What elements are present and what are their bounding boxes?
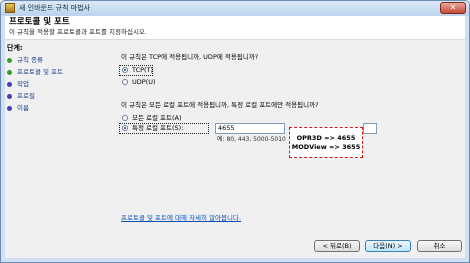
step-rule-type[interactable]: 규칙 종류 (7, 55, 43, 65)
specific-ports-input[interactable]: 4655 (215, 123, 285, 134)
next-button[interactable]: 다음(N) > (365, 240, 411, 252)
window-title: 새 인바운드 규칙 마법사 (19, 4, 91, 12)
steps-sidebar: 단계: 규칙 종류 프로토콜 및 포트 작업 프로필 이름 (5, 40, 109, 258)
step-label: 작업 (17, 80, 29, 88)
udp-radio[interactable]: UDP(U) (122, 78, 156, 87)
udp-label: UDP(U) (132, 78, 156, 86)
radio-empty-icon (122, 115, 128, 121)
radio-empty-icon (122, 79, 128, 85)
step-label: 규칙 종류 (17, 56, 43, 64)
main-panel: 이 규칙은 TCP에 적용됩니까, UDP에 적용됩니까? TCP(T) UDP… (113, 40, 465, 258)
step-complete-icon (7, 57, 12, 63)
firewall-icon (5, 3, 15, 13)
step-pending-icon (7, 81, 12, 87)
specific-ports-radio[interactable]: 특정 로컬 포트(S): (122, 124, 183, 133)
step-action[interactable]: 작업 (7, 79, 29, 89)
step-name[interactable]: 이름 (7, 103, 29, 113)
page-subtitle: 이 규칙을 적용할 프로토콜과 포트를 지정하십시오. (9, 28, 147, 36)
step-pending-icon (7, 93, 12, 99)
annotation-line-2: MODView => 3655 (291, 143, 361, 151)
step-profile[interactable]: 프로필 (7, 91, 35, 101)
annotation-line-1: OPR3D => 4655 (296, 134, 356, 142)
all-ports-label: 모든 로컬 포트(A) (132, 114, 182, 122)
close-button[interactable]: ✕ (440, 2, 466, 14)
title-bar[interactable]: 새 인바운드 규칙 마법사 ✕ (1, 1, 469, 16)
step-label: 프로필 (17, 92, 35, 100)
radio-selected-icon (122, 125, 128, 131)
specific-ports-input-end[interactable] (363, 123, 377, 134)
specific-ports-label: 특정 로컬 포트(S): (132, 124, 184, 132)
step-current-icon (7, 69, 12, 75)
wizard-window: 새 인바운드 규칙 마법사 ✕ 프로토콜 및 포트 이 규칙을 적용할 프로토콜… (0, 0, 470, 263)
step-pending-icon (7, 105, 12, 111)
help-link[interactable]: 프로토콜 및 포트에 대해 자세히 알아봅니다. (121, 212, 241, 222)
tcp-label: TCP(T) (132, 66, 154, 74)
protocol-question: 이 규칙은 TCP에 적용됩니까, UDP에 적용됩니까? (121, 53, 259, 61)
back-button[interactable]: < 뒤로(B) (314, 240, 360, 252)
radio-selected-icon (122, 67, 128, 73)
cancel-button[interactable]: 취소 (417, 240, 462, 252)
page-title: 프로토콜 및 포트 (9, 17, 70, 27)
wizard-header: 프로토콜 및 포트 이 규칙을 적용할 프로토콜과 포트를 지정하십시오. (5, 16, 465, 40)
all-ports-radio[interactable]: 모든 로컬 포트(A) (122, 114, 182, 123)
tcp-radio[interactable]: TCP(T) (122, 66, 153, 75)
steps-label: 단계: (7, 44, 23, 52)
step-protocol-ports[interactable]: 프로토콜 및 포트 (7, 67, 63, 77)
ports-question: 이 규칙은 모든 로컬 포트에 적용됩니까, 특정 로컬 포트에만 적용됩니까? (121, 101, 319, 109)
step-label: 프로토콜 및 포트 (17, 68, 63, 76)
ports-example: 예: 80, 443, 5000-5010 (217, 136, 286, 143)
step-label: 이름 (17, 104, 29, 112)
port-annotation: OPR3D => 4655 MODView => 3655 (289, 127, 363, 158)
wizard-content: 단계: 규칙 종류 프로토콜 및 포트 작업 프로필 이름 이 규칙은 TCP에… (5, 40, 465, 258)
